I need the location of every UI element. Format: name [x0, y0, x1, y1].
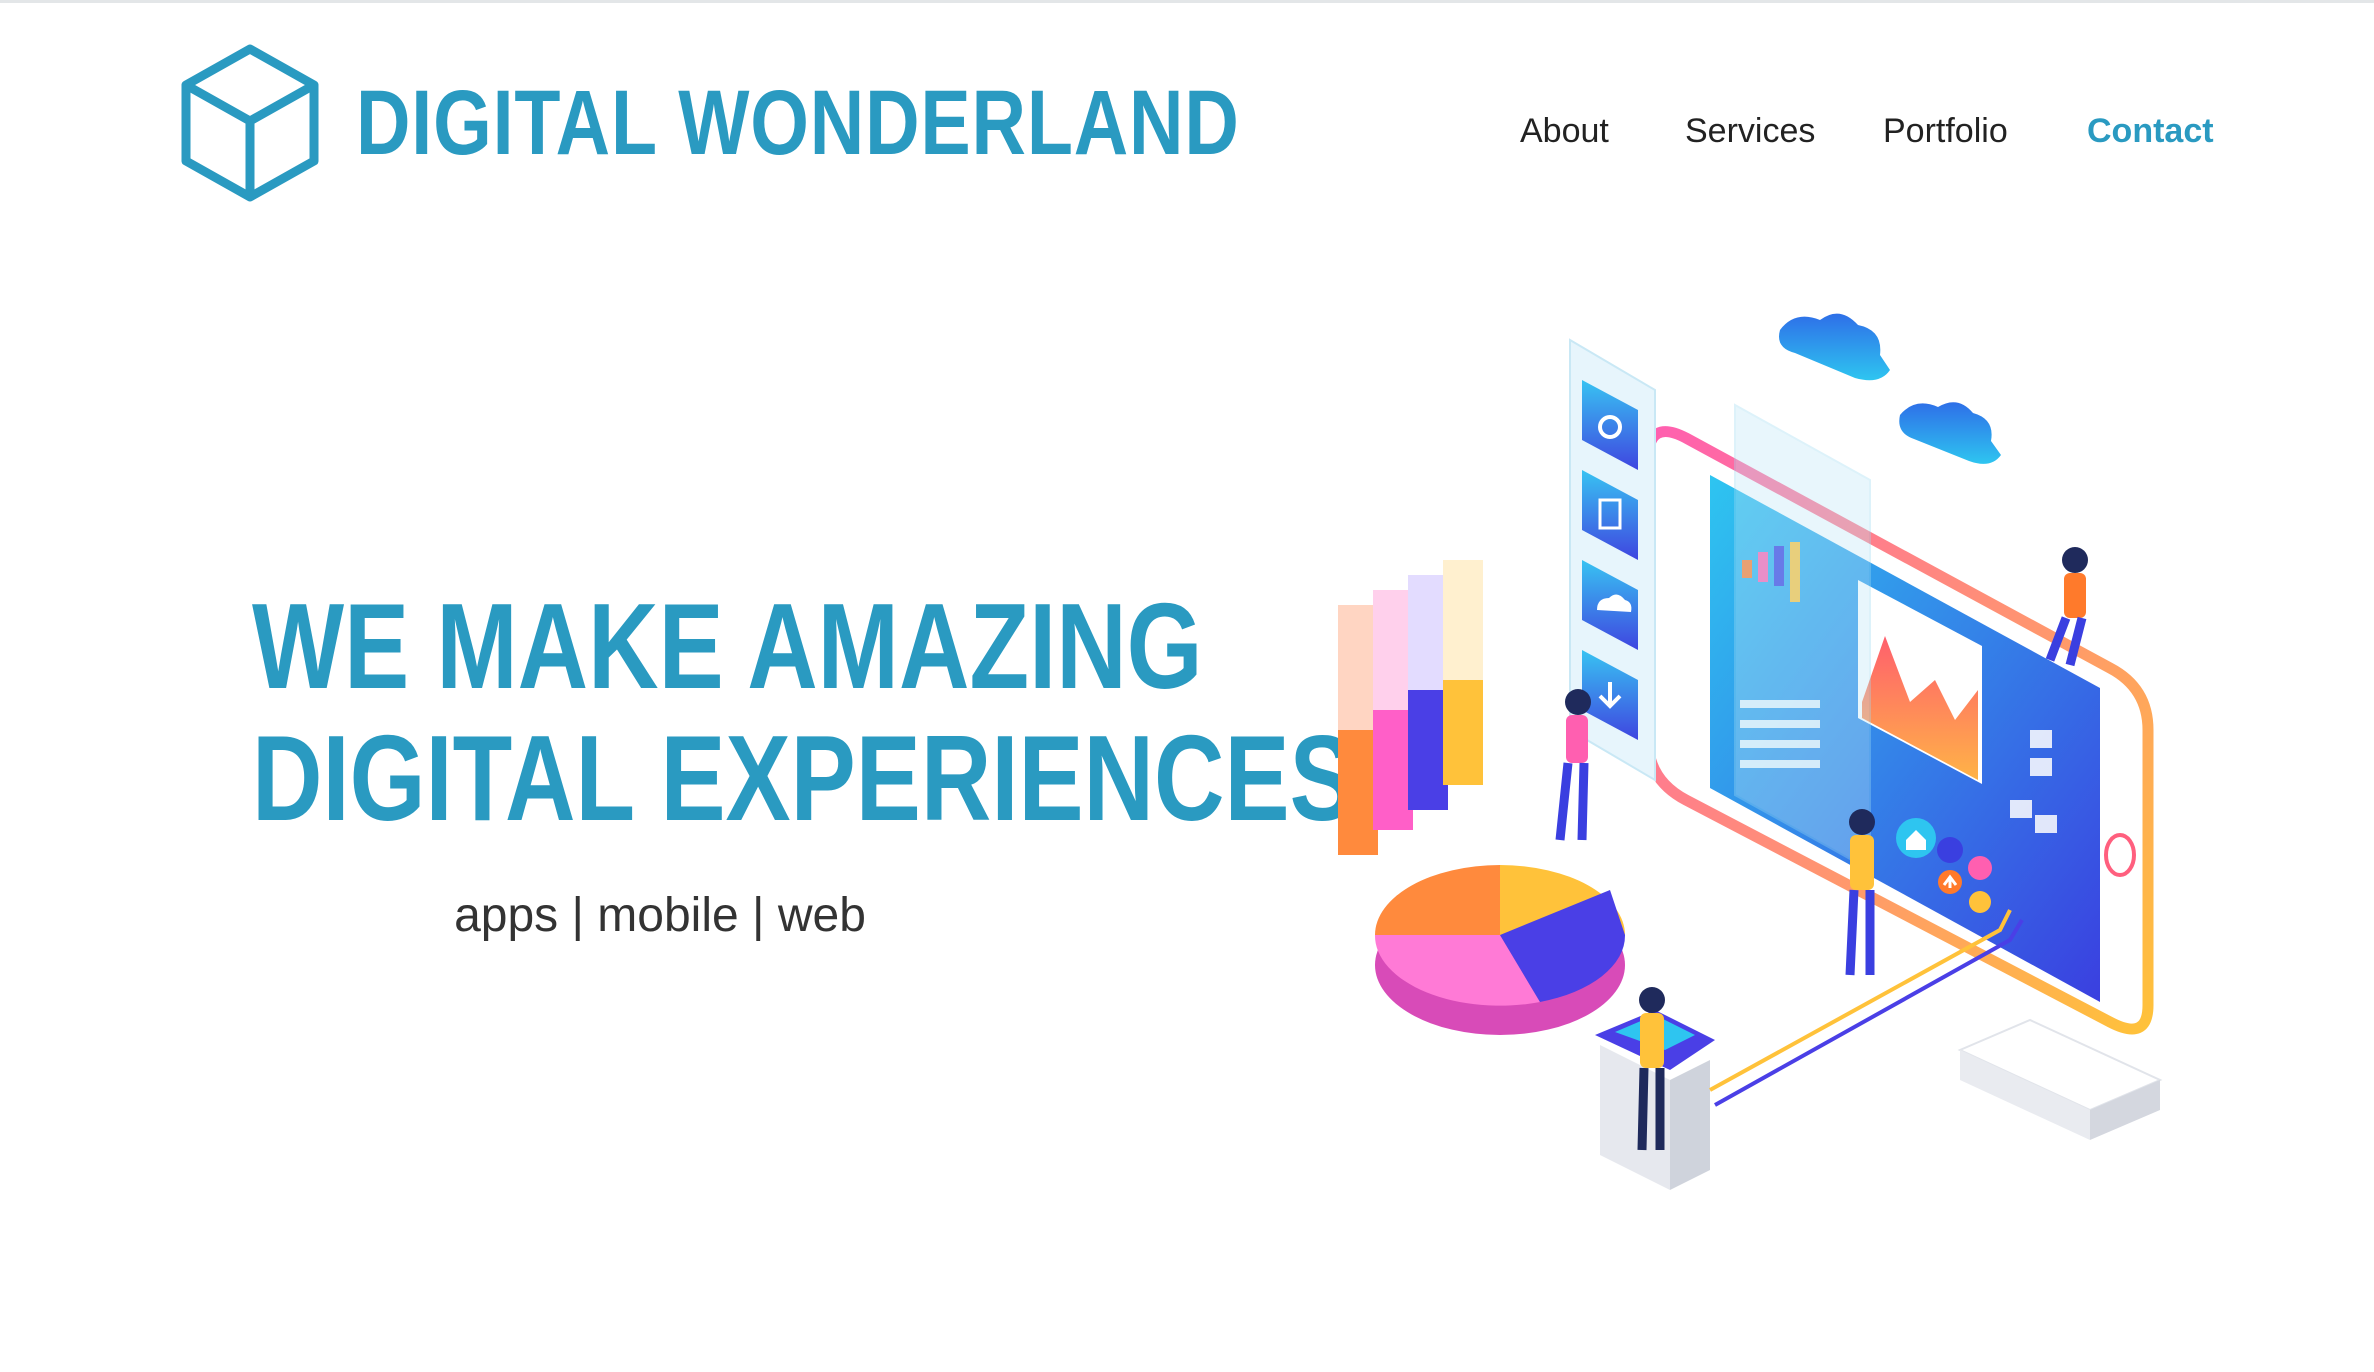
main-nav: About Services Portfolio Contact	[1500, 112, 2214, 168]
brand-logo[interactable]: DIGITAL WONDERLAND	[180, 40, 1434, 205]
hero-illustration	[1338, 313, 2163, 1190]
hero-section: WE MAKE AMAZING DIGITAL EXPERIENCES apps…	[150, 578, 1355, 943]
brand-name: DIGITAL WONDERLAND	[356, 71, 1240, 174]
top-border	[0, 0, 2374, 3]
hero-title-line-1: WE MAKE AMAZING	[252, 578, 1203, 714]
cloud-icon	[1899, 402, 2001, 464]
nav-item-services[interactable]: Services	[1685, 112, 1815, 151]
nav-item-portfolio[interactable]: Portfolio	[1883, 112, 2008, 151]
home-icon	[1896, 818, 1936, 858]
nav-item-contact[interactable]: Contact	[2087, 112, 2214, 151]
arrow-up-icon	[1938, 870, 1962, 894]
hero-title-line-2: DIGITAL EXPERIENCES	[252, 710, 1355, 846]
hero-subtitle: apps | mobile | web	[454, 889, 866, 942]
hero-title: WE MAKE AMAZING DIGITAL EXPERIENCES	[252, 578, 1355, 846]
cloud-icon	[1779, 313, 1890, 381]
person-figure	[1555, 689, 1591, 841]
nav-item-about[interactable]: About	[1520, 112, 1609, 151]
cube-icon	[181, 44, 319, 201]
